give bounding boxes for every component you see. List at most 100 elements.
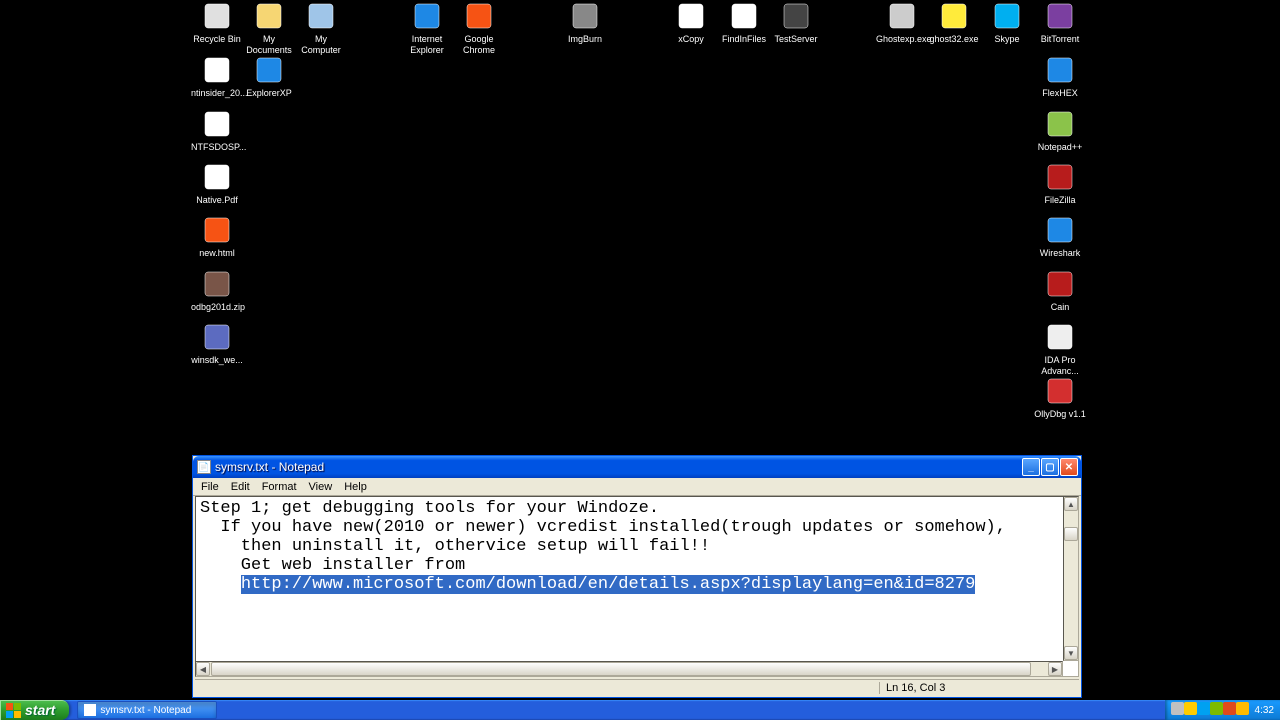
desktop-icon-filezilla[interactable]: FileZilla [1034, 161, 1086, 206]
icon-label: xCopy [665, 34, 717, 45]
close-button[interactable]: ✕ [1060, 458, 1078, 476]
desktop-icon-winsdk[interactable]: winsdk_we... [191, 321, 243, 366]
taskbar: start symsrv.txt - Notepad 4:32 [0, 700, 1280, 720]
tray-icon-3[interactable] [1210, 702, 1223, 715]
taskbar-item-notepad[interactable]: symsrv.txt - Notepad [77, 701, 217, 719]
windows-logo-icon [6, 703, 21, 718]
my-computer-icon [305, 0, 337, 32]
desktop-icon-bittorrent[interactable]: BitTorrent [1034, 0, 1086, 45]
desktop-icon-ghostexp[interactable]: Ghostexp.exe [876, 0, 928, 45]
menu-format[interactable]: Format [256, 481, 303, 493]
bittorrent-icon [1044, 0, 1076, 32]
desktop-icon-wireshark[interactable]: Wireshark [1034, 214, 1086, 259]
notepad-window: 📄 symsrv.txt - Notepad _ ▢ ✕ FileEditFor… [192, 455, 1082, 698]
notepad-menubar: FileEditFormatViewHelp [193, 478, 1081, 496]
start-button[interactable]: start [0, 700, 69, 720]
notepad-textarea[interactable]: Step 1; get debugging tools for your Win… [196, 497, 1078, 676]
minimize-button[interactable]: _ [1022, 458, 1040, 476]
desktop-icon-nativepdf[interactable]: Native.Pdf [191, 161, 243, 206]
icon-label: BitTorrent [1034, 34, 1086, 45]
google-chrome-icon [463, 0, 495, 32]
menu-view[interactable]: View [303, 481, 339, 493]
scroll-right-icon[interactable]: ▶ [1048, 662, 1062, 676]
desktop-icon-explorerxp[interactable]: ExplorerXP [243, 54, 295, 99]
icon-label: OllyDbg v1.1 [1034, 409, 1086, 420]
tray-icon-4[interactable] [1223, 702, 1236, 715]
scroll-down-icon[interactable]: ▼ [1064, 646, 1078, 660]
taskbar-item-label: symsrv.txt - Notepad [100, 705, 191, 716]
menu-edit[interactable]: Edit [225, 481, 256, 493]
ghost32-icon [938, 0, 970, 32]
hscrollbar[interactable]: ◀ ▶ [195, 661, 1063, 677]
icon-label: NTFSDOSP... [191, 142, 243, 153]
taskbar-tasks: symsrv.txt - Notepad [69, 700, 1164, 720]
desktop-icon-findinfiles[interactable]: FindInFiles [718, 0, 770, 45]
desktop-icon-imgburn[interactable]: ImgBurn [559, 0, 611, 45]
tray-icon-0[interactable] [1171, 702, 1184, 715]
icon-label: Skype [981, 34, 1033, 45]
scroll-left-icon[interactable]: ◀ [196, 662, 210, 676]
desktop-icon-google-chrome[interactable]: Google Chrome [453, 0, 505, 56]
vscrollbar[interactable]: ▲ ▼ [1063, 496, 1079, 661]
vscroll-thumb[interactable] [1064, 527, 1078, 541]
desktop-icon-skype[interactable]: Skype [981, 0, 1033, 45]
desktop-icon-ghost32[interactable]: ghost32.exe [928, 0, 980, 45]
icon-label: Ghostexp.exe [876, 34, 928, 45]
notepad-statusbar: Ln 16, Col 3 [195, 679, 1079, 695]
ntinsider-icon [201, 54, 233, 86]
desktop-icon-notepadpp[interactable]: Notepad++ [1034, 108, 1086, 153]
selected-text: http://www.microsoft.com/download/en/det… [241, 575, 976, 594]
desktop-icon-newhtml[interactable]: new.html [191, 214, 243, 259]
system-tray: 4:32 [1165, 700, 1280, 720]
desktop-icon-flexhex[interactable]: FlexHEX [1034, 54, 1086, 99]
desktop-icon-cain[interactable]: Cain [1034, 268, 1086, 313]
icon-label: Notepad++ [1034, 142, 1086, 153]
findinfiles-icon [728, 0, 760, 32]
hscroll-thumb[interactable] [211, 662, 1031, 676]
icon-label: Google Chrome [453, 34, 505, 56]
skype-icon [991, 0, 1023, 32]
desktop-icon-testserver[interactable]: TestServer [770, 0, 822, 45]
desktop-icon-internet-explorer[interactable]: Internet Explorer [401, 0, 453, 56]
cain-icon [1044, 268, 1076, 300]
cursor-position: Ln 16, Col 3 [879, 682, 1079, 694]
notepad-title: symsrv.txt - Notepad [215, 460, 1022, 474]
desktop-icon-ntinsider[interactable]: ntinsider_20... [191, 54, 243, 99]
start-label: start [25, 702, 55, 718]
desktop-icon-recycle-bin[interactable]: Recycle Bin [191, 0, 243, 45]
tray-icon-5[interactable] [1236, 702, 1249, 715]
imgburn-icon [569, 0, 601, 32]
notepad-titlebar[interactable]: 📄 symsrv.txt - Notepad _ ▢ ✕ [193, 456, 1081, 478]
icon-label: odbg201d.zip [191, 302, 243, 313]
desktop-icon-ollydbg[interactable]: OllyDbg v1.1 [1034, 375, 1086, 420]
menu-file[interactable]: File [195, 481, 225, 493]
odbg-icon [201, 268, 233, 300]
icon-label: TestServer [770, 34, 822, 45]
internet-explorer-icon [411, 0, 443, 32]
icon-label: ntinsider_20... [191, 88, 243, 99]
xcopy-icon [675, 0, 707, 32]
desktop-icon-my-documents[interactable]: My Documents [243, 0, 295, 56]
ida-icon [1044, 321, 1076, 353]
icon-label: ImgBurn [559, 34, 611, 45]
icon-label: My Documents [243, 34, 295, 56]
tray-icon-2[interactable] [1197, 702, 1210, 715]
desktop-icon-ida[interactable]: IDA Pro Advanc... [1034, 321, 1086, 377]
icon-label: ghost32.exe [928, 34, 980, 45]
icon-label: My Computer [295, 34, 347, 56]
scroll-up-icon[interactable]: ▲ [1064, 497, 1078, 511]
clock[interactable]: 4:32 [1255, 705, 1274, 716]
tray-icon-1[interactable] [1184, 702, 1197, 715]
desktop-icon-odbg[interactable]: odbg201d.zip [191, 268, 243, 313]
wireshark-icon [1044, 214, 1076, 246]
icon-label: new.html [191, 248, 243, 259]
desktop-icon-ntfsdosp[interactable]: NTFSDOSP... [191, 108, 243, 153]
icon-label: FlexHEX [1034, 88, 1086, 99]
icon-label: Cain [1034, 302, 1086, 313]
menu-help[interactable]: Help [338, 481, 373, 493]
desktop-icon-my-computer[interactable]: My Computer [295, 0, 347, 56]
desktop-icon-xcopy[interactable]: xCopy [665, 0, 717, 45]
explorerxp-icon [253, 54, 285, 86]
nativepdf-icon [201, 161, 233, 193]
maximize-button[interactable]: ▢ [1041, 458, 1059, 476]
